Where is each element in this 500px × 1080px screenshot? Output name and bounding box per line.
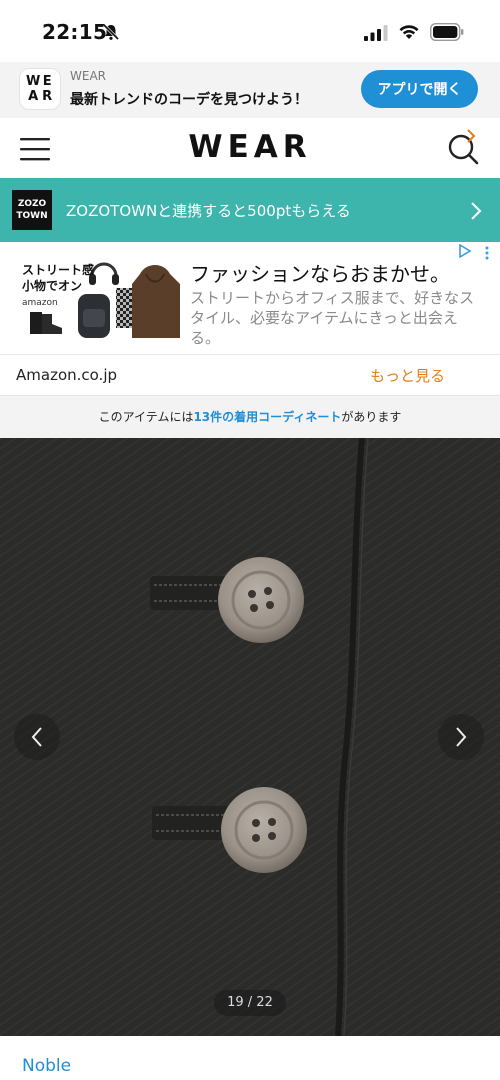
wifi-icon [399, 25, 419, 39]
chevron-right-icon [471, 202, 482, 220]
ad-image-caption: ストリート感 小物でオン [22, 262, 94, 294]
app-tagline: 最新トレンドのコーデを見つけよう！ [70, 92, 308, 108]
coordinate-notice-suffix: があります [341, 410, 402, 424]
zozotown-link-bar[interactable]: ZOZO TOWN ZOZOTOWNと連携すると500ptもらえる [0, 178, 500, 242]
coordinate-notice: このアイテムには13件の着用コーディネートがあります [0, 396, 500, 438]
signal-icon [364, 25, 388, 41]
logo-letter: W [26, 73, 41, 89]
adchoices-icon[interactable] [458, 244, 472, 258]
chevron-right-icon [467, 129, 476, 143]
product-image-gallery[interactable]: 19 / 22 [0, 438, 500, 1036]
zozotown-logo-line2: TOWN [16, 211, 48, 221]
zozotown-logo-line1: ZOZO [17, 199, 47, 209]
next-image-button[interactable] [438, 714, 484, 760]
ad-image-caption-line2: 小物でオン [22, 279, 83, 293]
brand-link[interactable]: Noble [22, 1056, 71, 1076]
status-bar: 22:15 [0, 0, 500, 62]
previous-image-button[interactable] [14, 714, 60, 760]
coordinate-notice-prefix: このアイテムには [98, 410, 194, 424]
site-header: WEAR [0, 118, 500, 178]
battery-icon [430, 23, 464, 41]
open-app-button[interactable]: アプリで開く [361, 70, 478, 108]
chevron-left-icon [31, 727, 42, 747]
ad-image-caption-line1: ストリート感 [22, 263, 95, 277]
site-logo[interactable]: WEAR [0, 129, 500, 165]
wear-app-logo: W E A R [20, 69, 60, 109]
zozotown-logo: ZOZO TOWN [12, 190, 52, 230]
bell-slash-icon [102, 23, 120, 41]
ad-domain: Amazon.co.jp [16, 366, 118, 384]
ad-more-link[interactable]: もっと見る [370, 365, 445, 386]
more-options-icon[interactable] [484, 246, 490, 260]
ad-footer[interactable]: Amazon.co.jp もっと見る [0, 354, 500, 396]
image-counter: 19 / 22 [214, 990, 286, 1016]
product-photo [0, 438, 500, 1036]
logo-letter: E [42, 73, 52, 89]
chevron-right-icon [456, 727, 467, 747]
logo-letter: A [28, 88, 39, 104]
status-time: 22:15 [42, 20, 108, 44]
logo-letter: R [42, 88, 53, 104]
zozotown-link-text: ZOZOTOWNと連携すると500ptもらえる [66, 202, 351, 220]
app-banner: W E A R WEAR 最新トレンドのコーデを見つけよう！ アプリで開く [0, 62, 500, 118]
app-name: WEAR [70, 69, 106, 83]
ad-body-text: ストリートからオフィス服まで、好きなスタイル、必要なアイテムにきっと出会える。 [190, 289, 475, 347]
ad-image-brand: amazon [22, 298, 58, 308]
coordinate-count-link[interactable]: 13件の着用コーディネート [193, 410, 341, 424]
ad-headline: ファッションならおまかせ。 [190, 262, 450, 286]
